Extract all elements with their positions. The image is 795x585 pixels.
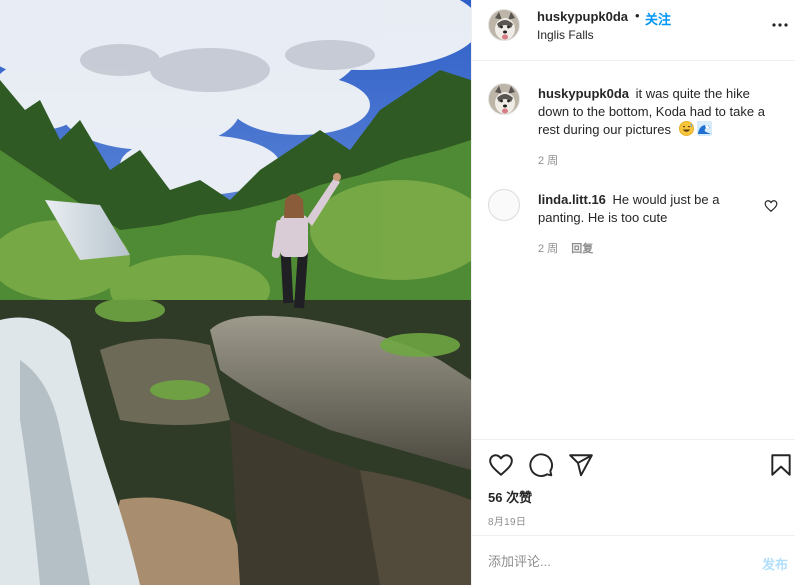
likes-count[interactable]: 56 次赞	[488, 487, 532, 506]
save-button[interactable]	[768, 452, 794, 478]
add-comment-input[interactable]	[488, 550, 738, 572]
author-username[interactable]: huskypupk0da	[537, 9, 628, 24]
post-side-panel: huskypupk0da • 关注 Inglis Falls huskypupk…	[471, 0, 795, 585]
wave-emoji-icon	[697, 121, 713, 136]
post-caption: huskypupk0da it was quite the hike down …	[538, 85, 768, 139]
post-photo-scene	[0, 0, 471, 585]
like-button[interactable]	[488, 452, 514, 478]
post-date[interactable]: 8月19日	[488, 513, 526, 528]
more-horizontal-icon	[772, 23, 788, 27]
add-comment-bar: 发布	[472, 535, 795, 585]
follow-button[interactable]: 关注	[645, 9, 671, 28]
bookmark-icon	[771, 454, 791, 476]
heart-icon	[489, 454, 513, 476]
heart-small-icon	[764, 200, 778, 213]
commenter-avatar[interactable]	[488, 189, 520, 221]
husky-avatar-icon	[489, 10, 519, 40]
reply-button[interactable]: 回复	[571, 243, 593, 255]
author-avatar[interactable]	[488, 9, 520, 41]
comment-username[interactable]: linda.litt.16	[538, 192, 606, 207]
comment-icon	[529, 453, 553, 477]
comment-like-button[interactable]	[764, 199, 778, 213]
comment-time[interactable]: 2 周	[538, 243, 558, 255]
comment-button[interactable]	[528, 452, 554, 478]
location-link[interactable]: Inglis Falls	[537, 28, 594, 42]
caption-username[interactable]: huskypupk0da	[538, 86, 629, 101]
separator-dot: •	[635, 8, 640, 23]
caption-author-avatar[interactable]	[488, 83, 520, 115]
post-comment-button[interactable]: 发布	[762, 554, 788, 573]
post-actions: 56 次赞 8月19日	[472, 439, 795, 535]
post-header: huskypupk0da • 关注 Inglis Falls	[472, 0, 795, 61]
comment-meta: 2 周 回复	[538, 240, 593, 256]
husky-avatar-icon	[489, 84, 519, 114]
comments-area[interactable]: huskypupk0da it was quite the hike down …	[472, 61, 795, 439]
more-options-button[interactable]	[770, 17, 790, 33]
paper-plane-icon	[569, 454, 593, 477]
caption-time[interactable]: 2 周	[538, 152, 558, 168]
post-photo[interactable]	[0, 0, 471, 585]
share-button[interactable]	[568, 452, 594, 478]
grinning-sweat-emoji-icon	[678, 121, 694, 136]
comment-item: linda.litt.16 He would just be a panting…	[538, 191, 760, 227]
